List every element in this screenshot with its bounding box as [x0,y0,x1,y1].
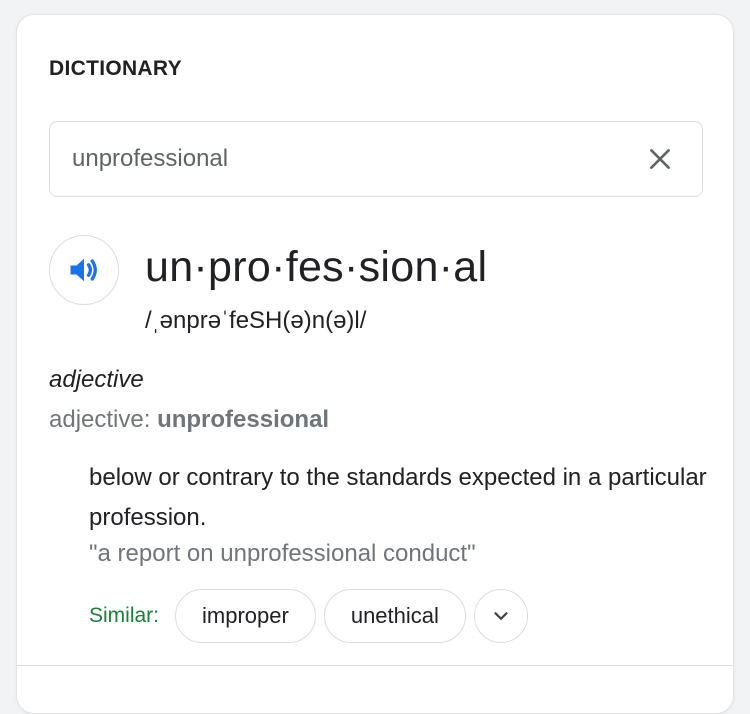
search-input[interactable] [50,122,630,196]
headword: un·pro·fes·sion·al [145,243,488,291]
dictionary-card: DICTIONARY un·pro·fes·sion·al /ˌənprəˈfe… [16,14,734,714]
phonetic-transcription: /ˌənprəˈfeSH(ə)n(ə)l/ [145,307,367,334]
section-title: DICTIONARY [49,57,182,80]
part-of-speech-line: adjective: unprofessional [49,406,329,434]
similar-chip-unethical[interactable]: unethical [323,589,466,643]
expand-similar-button[interactable] [473,589,528,643]
similar-chip-improper[interactable]: improper [175,589,316,643]
divider [17,665,733,666]
pos-word: unprofessional [157,406,330,433]
chevron-down-icon [494,612,508,620]
example-sentence: "a report on unprofessional conduct" [89,540,476,567]
search-box [49,121,703,197]
clear-button[interactable] [630,129,690,189]
part-of-speech: adjective [49,366,144,393]
speaker-icon [70,258,97,282]
similar-label: Similar: [89,604,160,627]
pos-label: adjective: [49,406,158,433]
definition-text: below or contrary to the standards expec… [89,464,707,531]
similar-words-row: Similar: improper unethical [89,589,528,643]
pronunciation-button[interactable] [49,235,119,305]
close-icon [650,149,670,169]
